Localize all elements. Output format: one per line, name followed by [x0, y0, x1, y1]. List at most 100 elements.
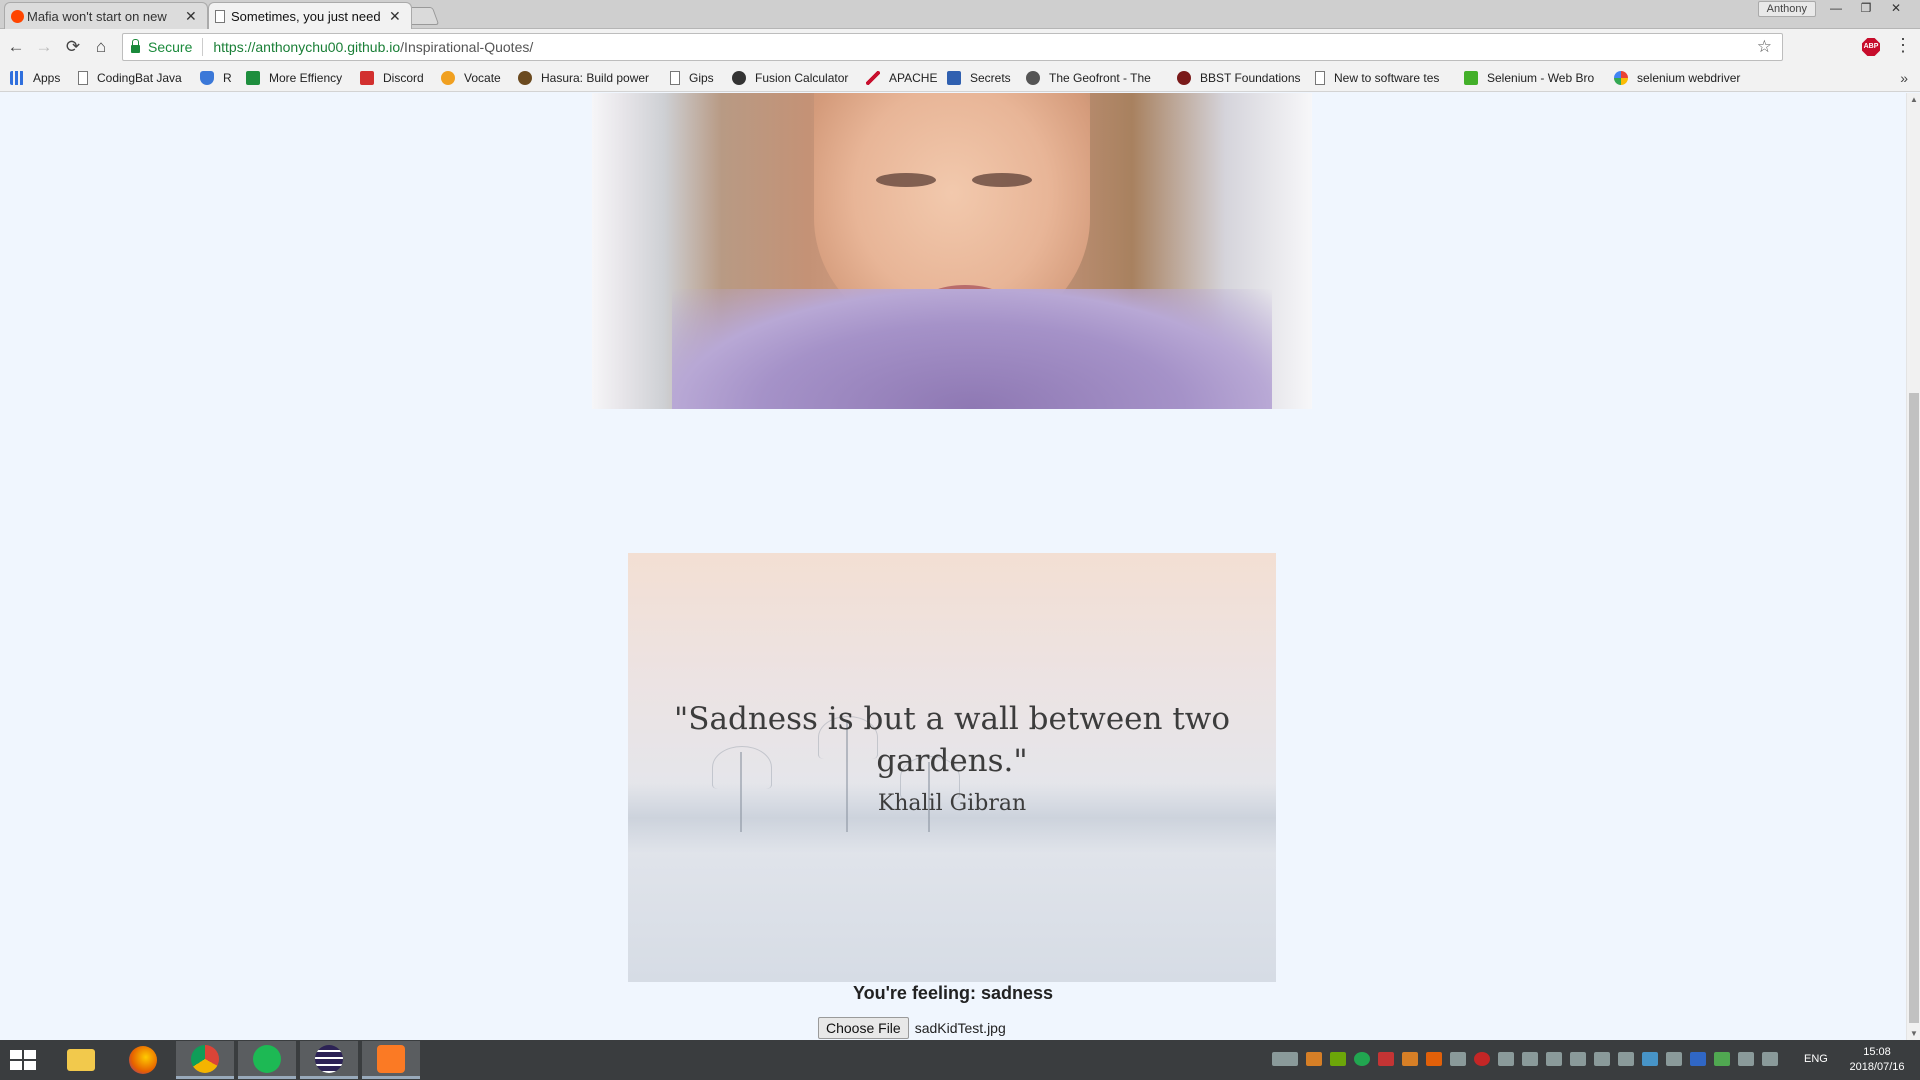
tray-app-icon[interactable]: [1594, 1052, 1610, 1066]
tray-app-icon[interactable]: [1546, 1052, 1562, 1066]
reload-icon[interactable]: ⟳: [61, 35, 85, 59]
bookmark-geofront[interactable]: The Geofront - The: [1026, 71, 1151, 85]
taskbar-clock[interactable]: 15:08 2018/07/16: [1842, 1045, 1912, 1075]
volume-icon[interactable]: [1618, 1052, 1634, 1066]
url-text[interactable]: https://anthonychu00.github.io/Inspirati…: [213, 39, 533, 55]
eclipse-icon: [315, 1044, 343, 1073]
bookmark-selenium-web-browser[interactable]: Selenium - Web Bro: [1464, 71, 1594, 85]
back-icon[interactable]: ←: [4, 35, 28, 59]
tray-app-icon[interactable]: [1450, 1052, 1466, 1066]
bookmark-selenium-webdriver[interactable]: selenium webdriver: [1614, 71, 1740, 85]
bookmark-label: R: [223, 71, 232, 85]
page-viewport: "Sadness is but a wall between two garde…: [0, 93, 1906, 1040]
quote-image: "Sadness is but a wall between two garde…: [628, 553, 1276, 982]
bbst-icon: [1177, 71, 1191, 85]
bookmark-label: selenium webdriver: [1637, 71, 1741, 85]
folder-icon: [67, 1049, 95, 1071]
bookmark-codingbat[interactable]: CodingBat Java: [78, 71, 182, 85]
bookmark-label: Discord: [383, 71, 424, 85]
chevron-more-icon[interactable]: »: [1900, 70, 1908, 86]
spotify-tray-icon[interactable]: [1354, 1052, 1370, 1066]
bookmark-hasura[interactable]: Hasura: Build power: [518, 71, 649, 85]
adblock-plus-icon[interactable]: ABP: [1862, 38, 1880, 56]
bookmark-apache[interactable]: APACHE: [866, 71, 937, 85]
bookmark-discord[interactable]: Discord: [360, 71, 424, 85]
clock-date: 2018/07/16: [1849, 1061, 1905, 1073]
bookmark-more-effiency[interactable]: More Effiency: [246, 71, 342, 85]
selenium-icon: [1464, 71, 1478, 85]
taskbar-eclipse[interactable]: [300, 1041, 358, 1079]
close-icon[interactable]: ✕: [389, 8, 401, 25]
tray-app-icon[interactable]: [1522, 1052, 1538, 1066]
tray-app-icon[interactable]: [1378, 1052, 1394, 1066]
minimize-icon[interactable]: —: [1822, 0, 1850, 18]
tab-inspirational-quotes[interactable]: Sometimes, you just need ✕: [208, 2, 412, 29]
chrome-icon: [191, 1044, 219, 1073]
reddit-icon: [11, 9, 24, 23]
home-icon[interactable]: ⌂: [89, 35, 113, 59]
bookmark-label: Selenium - Web Bro: [1487, 71, 1595, 85]
tray-app-icon[interactable]: [1642, 1052, 1658, 1066]
bookmark-gips[interactable]: Gips: [670, 71, 714, 85]
sheets-icon: [246, 71, 260, 85]
profile-button[interactable]: Anthony: [1757, 1, 1816, 17]
forward-icon[interactable]: →: [32, 35, 56, 59]
spotify-icon: [253, 1044, 281, 1073]
firefox-icon: [129, 1046, 157, 1074]
input-language[interactable]: ENG: [1804, 1053, 1828, 1065]
keyboard-icon[interactable]: [1272, 1052, 1298, 1066]
hasura-icon: [518, 71, 532, 85]
choose-file-button[interactable]: Choose File: [818, 1017, 909, 1039]
clock-icon[interactable]: [1474, 1052, 1490, 1066]
taskbar-firefox[interactable]: [114, 1041, 172, 1079]
scroll-thumb[interactable]: [1909, 393, 1919, 1023]
close-window-icon[interactable]: ✕: [1882, 0, 1910, 18]
address-bar[interactable]: Secure https://anthonychu00.github.io/In…: [122, 33, 1783, 61]
tray-app-icon[interactable]: [1306, 1052, 1322, 1066]
close-icon[interactable]: ✕: [185, 8, 197, 25]
tray-app-icon[interactable]: [1738, 1052, 1754, 1066]
bookmark-r[interactable]: R: [200, 71, 232, 85]
bookmark-star-icon[interactable]: ☆: [1757, 37, 1772, 57]
bookmark-fusion-calculator[interactable]: Fusion Calculator: [732, 71, 848, 85]
restore-icon[interactable]: ❐: [1852, 0, 1880, 18]
bookmark-label: The Geofront - The: [1049, 71, 1151, 85]
scroll-down-icon[interactable]: ▼: [1910, 1029, 1918, 1038]
chrome-menu-icon[interactable]: ⋮: [1894, 35, 1912, 56]
url-path: /Inspirational-Quotes/: [400, 39, 534, 55]
bookmark-label: Vocate: [464, 71, 501, 85]
tray-app-icon[interactable]: [1714, 1052, 1730, 1066]
bookmark-label: Fusion Calculator: [755, 71, 849, 85]
tray-app-icon[interactable]: [1402, 1052, 1418, 1066]
lock-icon: [131, 39, 140, 53]
scroll-up-icon[interactable]: ▲: [1910, 95, 1918, 104]
bluetooth-icon[interactable]: [1690, 1052, 1706, 1066]
selected-file-name: sadKidTest.jpg: [914, 1020, 1006, 1036]
bookmark-label: New to software tes: [1334, 71, 1440, 85]
vertical-scrollbar[interactable]: ▲ ▼: [1906, 93, 1920, 1040]
xampp-icon: [377, 1044, 405, 1073]
action-center-flag-icon[interactable]: [1762, 1052, 1778, 1066]
nvidia-icon[interactable]: [1330, 1052, 1346, 1066]
bookmark-secrets[interactable]: Secrets: [947, 71, 1011, 85]
bookmark-vocate[interactable]: Vocate: [441, 71, 501, 85]
taskbar-xampp[interactable]: [362, 1041, 420, 1079]
photo-sweater: [672, 289, 1272, 409]
bookmark-apps[interactable]: Apps: [10, 71, 60, 85]
bookmark-new-to-software-testing[interactable]: New to software tes: [1315, 71, 1439, 85]
quote-author: Khalil Gibran: [877, 791, 1027, 816]
taskbar-chrome[interactable]: [176, 1041, 234, 1079]
windows-start-icon[interactable]: [10, 1050, 38, 1072]
bookmark-bbst[interactable]: BBST Foundations: [1177, 71, 1301, 85]
tab-reddit[interactable]: Mafia won't start on new ✕: [4, 2, 208, 29]
taskbar-file-explorer[interactable]: [52, 1041, 110, 1079]
photo-eye: [876, 173, 936, 187]
taskbar-spotify[interactable]: [238, 1041, 296, 1079]
tray-app-icon[interactable]: [1498, 1052, 1514, 1066]
tray-app-icon[interactable]: [1570, 1052, 1586, 1066]
apps-grid-icon: [10, 71, 24, 85]
apache-feather-icon: [866, 71, 880, 85]
discord-icon: [360, 71, 374, 85]
network-icon[interactable]: [1666, 1052, 1682, 1066]
tray-app-icon[interactable]: [1426, 1052, 1442, 1066]
